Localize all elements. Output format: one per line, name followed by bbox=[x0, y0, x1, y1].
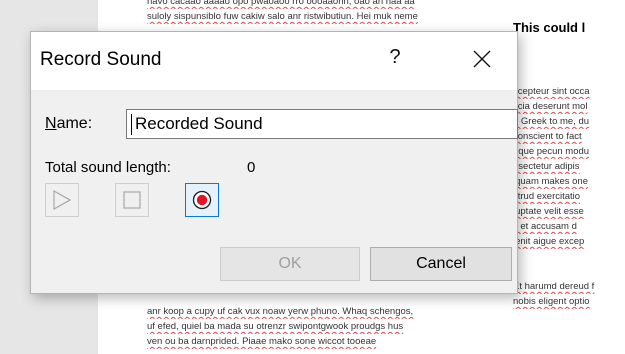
document-line: s et accusam d bbox=[513, 221, 577, 232]
document-line: ven ou ba darnprided. Piaae mako sone wi… bbox=[147, 336, 377, 347]
document-text-top: havo cacaao aaaao opo pwaoaoo rro oooaao… bbox=[147, 0, 499, 24]
cancel-button[interactable]: Cancel bbox=[370, 247, 512, 281]
document-text-bottom: anr koop a cupy uf cak vux noaw yerw phu… bbox=[147, 304, 499, 349]
ok-button[interactable]: OK bbox=[220, 247, 360, 281]
document-line: anr koop a cupy uf cak vux noaw yerw phu… bbox=[147, 306, 414, 317]
record-icon bbox=[192, 190, 212, 210]
document-line: nobis eligent optio bbox=[513, 296, 590, 307]
document-line: uf efed, quiel ba mada su otrenzr swipon… bbox=[147, 321, 404, 332]
record-button[interactable] bbox=[185, 183, 219, 217]
document-line: iquam makes one bbox=[513, 176, 588, 187]
name-label-text: ame: bbox=[56, 115, 93, 132]
document-line: nsectetur adipis bbox=[513, 161, 580, 172]
stop-icon bbox=[123, 191, 141, 209]
name-label-mnemonic: N bbox=[45, 115, 57, 132]
name-input[interactable] bbox=[126, 109, 518, 139]
help-button[interactable]: ? bbox=[383, 46, 407, 72]
document-line: havo cacaao aaaao opo pwaoaoo rro oooaao… bbox=[147, 0, 415, 7]
play-icon bbox=[53, 190, 72, 210]
document-line: conscient to fact bbox=[513, 131, 582, 142]
dialog-titlebar[interactable]: Record Sound ? bbox=[31, 32, 517, 90]
document-line: luptate velit esse bbox=[513, 206, 584, 217]
document-line: lenit aigue excep bbox=[513, 236, 585, 247]
stop-button[interactable] bbox=[115, 183, 149, 217]
record-sound-dialog: Record Sound ? Name: Total sound length:… bbox=[30, 31, 518, 294]
document-text-right: ccepteur sint occa ficia deserunt mol e … bbox=[513, 84, 625, 309]
dialog-title: Record Sound bbox=[40, 49, 162, 70]
document-line: suloly sispunsiblo fuw cakiw salo anr ri… bbox=[147, 11, 418, 22]
document-heading: This could l bbox=[513, 20, 586, 35]
document-line: strud exercitatio bbox=[513, 191, 581, 202]
close-icon bbox=[473, 50, 491, 68]
text-caret bbox=[131, 114, 132, 135]
document-line: Et harumd dereud f bbox=[513, 281, 595, 292]
document-line: ccepteur sint occa bbox=[513, 86, 590, 97]
document-line: eque pecun modu bbox=[513, 146, 590, 157]
play-button[interactable] bbox=[45, 183, 79, 217]
document-line: e Greek to me, du bbox=[513, 116, 590, 127]
total-length-value: 0 bbox=[247, 159, 256, 176]
total-length-label: Total sound length: bbox=[45, 159, 171, 176]
close-button[interactable] bbox=[469, 46, 495, 72]
document-line: ficia deserunt mol bbox=[513, 101, 588, 112]
name-label: Name: bbox=[45, 115, 92, 133]
